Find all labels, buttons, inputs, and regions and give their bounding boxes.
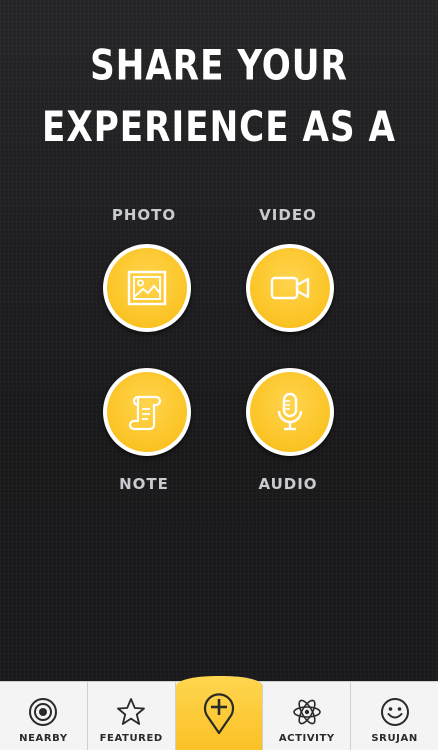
audio-label: AUDIO (258, 475, 318, 493)
video-label: VIDEO (259, 206, 317, 224)
audio-button[interactable] (246, 368, 334, 456)
note-button[interactable] (103, 368, 191, 456)
title-line-1: SHARE YOUR (90, 41, 348, 90)
video-camera-icon (270, 276, 310, 300)
tab-label-nearby: NEARBY (19, 733, 68, 744)
add-pin-icon (203, 693, 235, 735)
note-label: NOTE (119, 475, 169, 493)
title-line-2: EXPERIENCE AS A (42, 102, 396, 151)
page-title: SHARE YOUR EXPERIENCE AS A (0, 34, 438, 157)
tab-featured[interactable]: FEATURED (88, 682, 176, 750)
bottom-tab-bar: NEARBY FEATURED ACTIVITY SRUJAN (0, 676, 438, 750)
tab-label-profile: SRUJAN (371, 733, 418, 744)
photo-label: PHOTO (111, 206, 177, 224)
tab-nearby[interactable]: NEARBY (0, 682, 88, 750)
tab-label-featured: FEATURED (99, 733, 163, 744)
microphone-icon (277, 392, 303, 431)
photo-icon (127, 270, 167, 306)
tab-add-experience[interactable] (175, 676, 264, 750)
tab-label-activity: ACTIVITY (278, 733, 335, 744)
target-icon (29, 698, 58, 726)
tab-activity[interactable]: ACTIVITY (263, 682, 352, 750)
scroll-note-icon (128, 395, 162, 431)
atom-icon (292, 699, 321, 725)
tab-profile[interactable]: SRUJAN (351, 682, 438, 750)
video-button[interactable] (246, 244, 334, 332)
star-icon (117, 698, 146, 725)
smiley-icon (380, 698, 409, 726)
share-screen: SHARE YOUR EXPERIENCE AS A PHOTO VIDEO N… (0, 0, 438, 750)
photo-button[interactable] (103, 244, 191, 332)
